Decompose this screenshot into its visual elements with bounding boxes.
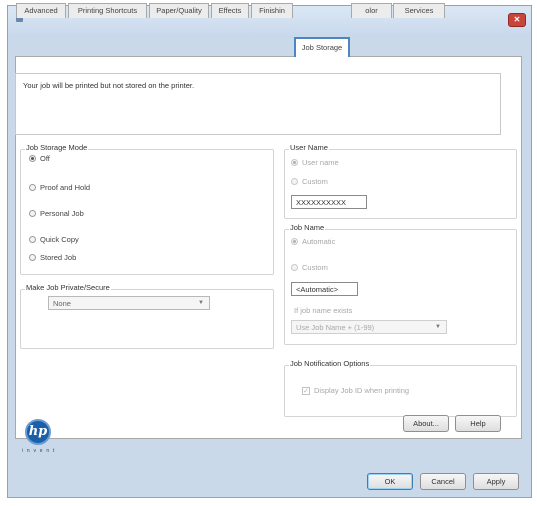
- radio-automatic-indicator: [291, 238, 298, 245]
- tab-paper-quality[interactable]: Paper/Quality: [149, 3, 209, 18]
- chevron-down-icon: ▼: [435, 324, 441, 330]
- radio-off-indicator: [29, 155, 36, 162]
- tab-finishing[interactable]: Finishin: [251, 3, 293, 18]
- radio-automatic-label: Automatic: [302, 237, 336, 246]
- radio-personal-label: Personal Job: [40, 209, 84, 218]
- radio-stored-job[interactable]: Stored Job: [29, 253, 76, 262]
- job-name-label: Job Name: [289, 223, 326, 232]
- status-message-box: Your job will be printed but not stored …: [15, 73, 501, 135]
- ok-button[interactable]: OK: [367, 473, 413, 490]
- job-name-exists-value: Use Job Name + (1-99): [296, 323, 375, 332]
- radio-personal-indicator: [29, 210, 36, 217]
- job-name-exists-select[interactable]: Use Job Name + (1-99) ▼: [291, 320, 447, 334]
- radio-user-name[interactable]: User name: [291, 158, 339, 167]
- user-name-input[interactable]: XXXXXXXXXX: [291, 195, 367, 209]
- radio-custom-job-label: Custom: [302, 263, 328, 272]
- tab-services[interactable]: Services: [393, 3, 445, 18]
- radio-off[interactable]: Off: [29, 154, 50, 163]
- radio-custom-job-indicator: [291, 264, 298, 271]
- radio-custom-job[interactable]: Custom: [291, 263, 328, 272]
- private-secure-label: Make Job Private/Secure: [25, 283, 111, 292]
- radio-custom-user-label: Custom: [302, 177, 328, 186]
- status-message: Your job will be printed but not stored …: [23, 81, 195, 90]
- job-name-exists-label: If job name exists: [294, 306, 353, 315]
- radio-proof-indicator: [29, 184, 36, 191]
- cancel-button[interactable]: Cancel: [420, 473, 466, 490]
- radio-stored-indicator: [29, 254, 36, 261]
- radio-off-label: Off: [40, 154, 50, 163]
- chevron-down-icon: ▼: [198, 300, 204, 306]
- hp-tagline: i n v e n t: [22, 448, 56, 454]
- apply-button[interactable]: Apply: [473, 473, 519, 490]
- radio-user-name-label: User name: [302, 158, 339, 167]
- display-job-id-label: Display Job ID when printing: [314, 386, 410, 395]
- tab-effects[interactable]: Effects: [211, 3, 249, 18]
- job-storage-mode-label: Job Storage Mode: [25, 143, 89, 152]
- radio-quick-indicator: [29, 236, 36, 243]
- radio-proof-label: Proof and Hold: [40, 183, 91, 192]
- display-job-id-checkbox[interactable]: ✓ Display Job ID when printing: [302, 386, 409, 395]
- radio-quick-label: Quick Copy: [40, 235, 79, 244]
- radio-custom-user-indicator: [291, 178, 298, 185]
- radio-personal-job[interactable]: Personal Job: [29, 209, 84, 218]
- tab-printing-shortcuts[interactable]: Printing Shortcuts: [68, 3, 147, 18]
- checkbox-check-icon: ✓: [302, 386, 310, 395]
- private-secure-value: None: [53, 299, 71, 308]
- radio-proof-and-hold[interactable]: Proof and Hold: [29, 183, 90, 192]
- hp-logo: hp: [25, 419, 51, 445]
- private-secure-select[interactable]: None ▼: [48, 296, 210, 310]
- tab-job-storage[interactable]: Job Storage: [294, 37, 350, 57]
- radio-automatic[interactable]: Automatic: [291, 237, 335, 246]
- radio-user-name-indicator: [291, 159, 298, 166]
- tab-color[interactable]: olor: [351, 3, 392, 18]
- radio-quick-copy[interactable]: Quick Copy: [29, 235, 79, 244]
- notification-label: Job Notification Options: [289, 359, 371, 368]
- help-button[interactable]: Help: [455, 415, 501, 432]
- radio-stored-label: Stored Job: [40, 253, 77, 262]
- radio-custom-user[interactable]: Custom: [291, 177, 328, 186]
- job-name-input[interactable]: <Automatic>: [291, 282, 358, 296]
- user-name-label: User Name: [289, 143, 329, 152]
- close-button[interactable]: ✕: [508, 13, 526, 27]
- about-button[interactable]: About...: [403, 415, 449, 432]
- tab-advanced[interactable]: Advanced: [16, 3, 66, 18]
